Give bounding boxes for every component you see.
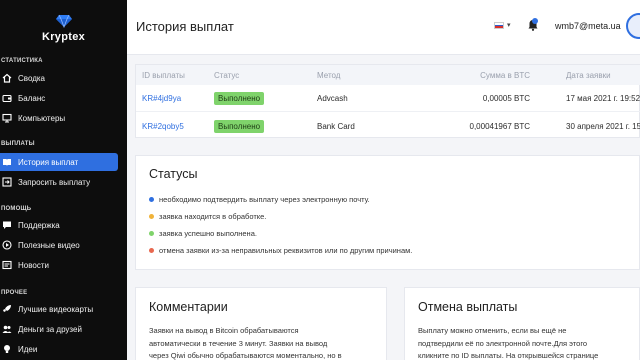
table-row: KR#2qoby5 Выполнено Bank Card 0,00041967… [136, 113, 640, 139]
notification-badge [532, 18, 538, 24]
payout-id-link[interactable]: KR#4jd9ya [142, 94, 181, 103]
sidebar-item-ideas[interactable]: Идеи [0, 340, 118, 358]
status-legend-item: необходимо подтвердить выплату через эле… [149, 195, 370, 204]
comments-card: Комментарии Заявки на вывод в Bitcoin об… [135, 287, 387, 360]
payout-id-link[interactable]: KR#2qoby5 [142, 122, 184, 131]
status-legend-text: отмена заявки из-за неправильных реквизи… [159, 246, 413, 255]
russia-flag-icon[interactable] [494, 22, 504, 29]
payout-method: Advcash [317, 94, 348, 103]
sidebar-item-label: Баланс [18, 93, 46, 103]
cancel-payout-title: Отмена выплаты [418, 300, 518, 314]
payout-date: 30 апреля 2021 г. 15:4 [566, 121, 640, 131]
avatar[interactable] [626, 13, 640, 39]
status-legend-item: заявка находится в обработке. [149, 212, 266, 221]
sidebar-item-label: Сводка [18, 73, 46, 83]
cancel-payout-card: Отмена выплаты Выплату можно отменить, е… [404, 287, 640, 360]
status-legend-item: заявка успешно выполнена. [149, 229, 257, 238]
status-badge: Выполнено [214, 119, 265, 133]
top-header: История выплат ▾ wmb7@meta.ua [127, 0, 640, 55]
sidebar-item-useful-videos[interactable]: Полезные видео [0, 236, 118, 254]
sidebar: Kryptex СТАТИСТИКА Сводка Баланс Компьют… [0, 0, 127, 360]
sidebar-item-request-payout[interactable]: Запросить выплату [0, 173, 118, 191]
bulb-icon [2, 344, 12, 354]
sidebar-item-computers[interactable]: Компьютеры [0, 109, 118, 127]
statuses-card: Статусы необходимо подтвердить выплату ч… [135, 155, 640, 270]
status-badge: Выполнено [214, 92, 265, 105]
comments-text-line: Заявки на вывод в Bitcoin обрабатываются [149, 326, 299, 335]
sidebar-item-label: Идеи [18, 344, 38, 354]
column-header-status: Статус [214, 70, 240, 80]
status-dot-blue [149, 197, 154, 202]
sidebar-item-label: Деньги за друзей [18, 324, 82, 334]
statuses-title: Статусы [149, 167, 198, 181]
chat-icon [2, 220, 12, 230]
sidebar-item-label: Лучшие видеокарты [18, 304, 94, 314]
sidebar-item-news[interactable]: Новости [0, 256, 118, 274]
comments-text-line: через Qiwi обычно обрабатываются момента… [149, 351, 342, 360]
diamond-icon [55, 14, 72, 28]
sidebar-item-label: Компьютеры [18, 113, 66, 123]
chevron-down-icon[interactable]: ▾ [507, 21, 511, 29]
comments-title: Комментарии [149, 300, 228, 314]
monitor-icon [2, 113, 12, 123]
book-icon [2, 157, 12, 167]
section-title-payouts: ВЫПЛАТЫ [1, 141, 35, 147]
rocket-icon [2, 304, 12, 314]
comments-text-line: автоматически в течение 3 минут. Заявки … [149, 338, 328, 348]
status-legend-text: необходимо подтвердить выплату через эле… [159, 195, 370, 204]
payout-amount: 0,00041967 BTC [469, 121, 531, 131]
play-icon [2, 240, 12, 250]
column-header-id: ID выплаты [142, 70, 185, 80]
payouts-table: ID выплаты Статус Метод Сумма в BTC Дата… [135, 64, 640, 138]
user-email[interactable]: wmb7@meta.ua [555, 21, 621, 31]
sidebar-item-label: История выплат [18, 157, 79, 167]
cancel-payout-text-line: подтвердили её по электронной почте.Для … [418, 338, 588, 348]
payout-date: 17 мая 2021 г. 19:52 [566, 94, 640, 103]
sidebar-item-best-gpus[interactable]: Лучшие видеокарты [0, 300, 118, 318]
sidebar-item-label: Поддержка [18, 220, 60, 230]
section-title-other: ПРОЧЕЕ [1, 290, 28, 296]
sidebar-item-support[interactable]: Поддержка [0, 216, 118, 234]
app-name: Kryptex [41, 31, 86, 43]
column-header-method: Метод [317, 70, 341, 80]
news-icon [2, 260, 12, 270]
sidebar-item-balance[interactable]: Баланс [0, 89, 118, 107]
section-title-statistics: СТАТИСТИКА [1, 58, 43, 64]
status-legend-text: заявка находится в обработке. [159, 212, 267, 221]
status-legend-item: отмена заявки из-за неправильных реквизи… [149, 246, 412, 255]
sidebar-item-label: Полезные видео [18, 240, 80, 250]
column-header-amount: Сумма в BTC [480, 70, 530, 80]
table-header: ID выплаты Статус Метод Сумма в BTC Дата… [136, 65, 640, 85]
status-dot-red [149, 248, 154, 253]
cancel-payout-text-line: кликните по ID выплаты. На открывшейся с… [418, 351, 599, 360]
wallet-icon [2, 93, 12, 103]
sidebar-item-label: Новости [18, 260, 49, 270]
payout-amount: 0,00005 BTC [482, 94, 530, 103]
logo[interactable]: Kryptex [0, 14, 127, 43]
home-icon [2, 73, 12, 83]
column-header-date: Дата заявки [566, 70, 611, 80]
transfer-icon [2, 177, 12, 187]
status-dot-yellow [149, 214, 154, 219]
section-title-help: ПОМОЩЬ [1, 206, 32, 212]
users-icon [2, 324, 12, 334]
sidebar-item-referrals[interactable]: Деньги за друзей [0, 320, 118, 338]
sidebar-item-label: Запросить выплату [18, 177, 91, 187]
page-title: История выплат [136, 19, 234, 34]
cancel-payout-text-line: Выплату можно отменить, если вы ещё не [418, 326, 567, 335]
sidebar-item-payout-history[interactable]: История выплат [0, 153, 118, 171]
status-legend-text: заявка успешно выполнена. [159, 229, 257, 238]
table-row: KR#4jd9ya Выполнено Advcash 0,00005 BTC … [136, 86, 640, 112]
sidebar-item-summary[interactable]: Сводка [0, 69, 118, 87]
status-dot-green [149, 231, 154, 236]
payout-method: Bank Card [317, 121, 355, 131]
